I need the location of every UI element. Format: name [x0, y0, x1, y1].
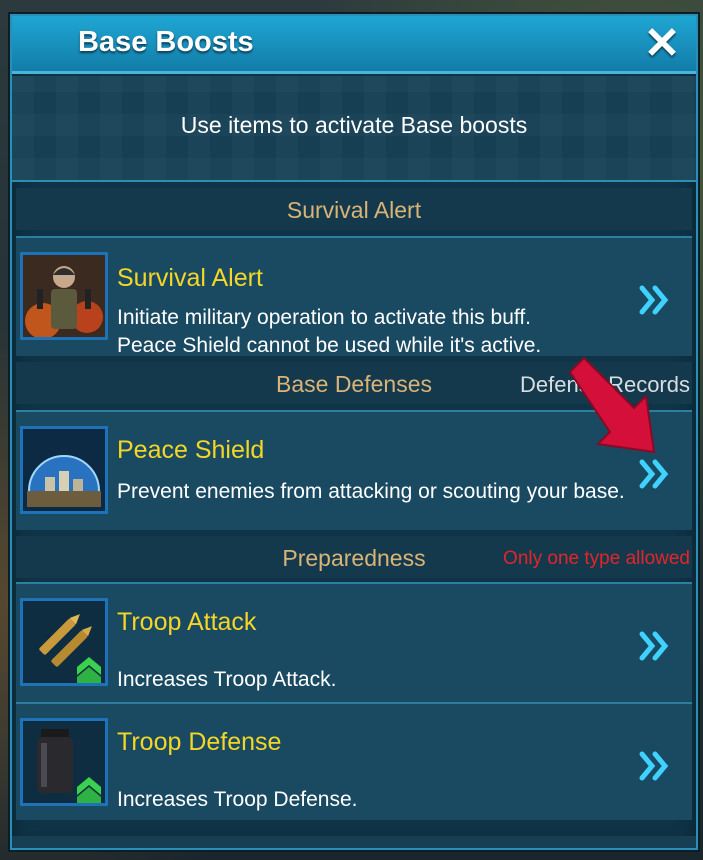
title-bar: Base Boosts ✕	[12, 16, 696, 74]
section-header-survival-alert: Survival Alert	[16, 188, 692, 230]
close-icon[interactable]: ✕	[640, 22, 684, 66]
list-item-peace-shield[interactable]: Peace Shield Prevent enemies from attack…	[16, 410, 692, 530]
bullets-icon	[20, 598, 108, 686]
base-boosts-panel: Base Boosts ✕ Use items to activate Base…	[10, 14, 698, 850]
chevron-right-icon[interactable]	[638, 456, 674, 492]
item-description: Increases Troop Defense.	[117, 788, 358, 811]
subtitle-banner: Use items to activate Base boosts	[12, 76, 696, 182]
panel-bottom-strip	[12, 836, 696, 848]
armor-vest-icon	[20, 718, 108, 806]
subtitle-text: Use items to activate Base boosts	[180, 112, 528, 138]
soldier-portrait-icon	[20, 252, 108, 340]
item-title: Survival Alert	[117, 264, 263, 292]
section-header-base-defenses: Base Defenses Defense Records	[16, 362, 692, 404]
chevron-right-icon[interactable]	[638, 748, 674, 784]
type-limit-warning: Only one type allowed	[503, 548, 690, 569]
item-description: Increases Troop Attack.	[117, 668, 337, 691]
item-description: Prevent enemies from attacking or scouti…	[117, 480, 625, 503]
item-description: Initiate military operation to activate …	[117, 306, 542, 357]
shield-dome-icon	[20, 426, 108, 514]
item-title: Troop Defense	[117, 728, 282, 756]
section-header-preparedness: Preparedness Only one type allowed	[16, 536, 692, 578]
item-title: Troop Attack	[117, 608, 257, 636]
list-item-troop-attack[interactable]: Troop Attack Increases Troop Attack.	[16, 582, 692, 702]
chevron-right-icon[interactable]	[638, 628, 674, 664]
section-label: Survival Alert	[286, 197, 422, 223]
list-item-survival-alert[interactable]: Survival Alert Initiate military operati…	[16, 236, 692, 357]
panel-title: Base Boosts	[78, 26, 254, 58]
defense-records-link[interactable]: Defense Records	[520, 372, 690, 398]
list-item-troop-defense[interactable]: Troop Defense Increases Troop Defense.	[16, 702, 692, 820]
chevron-right-icon[interactable]	[638, 282, 674, 318]
item-title: Peace Shield	[117, 436, 265, 464]
